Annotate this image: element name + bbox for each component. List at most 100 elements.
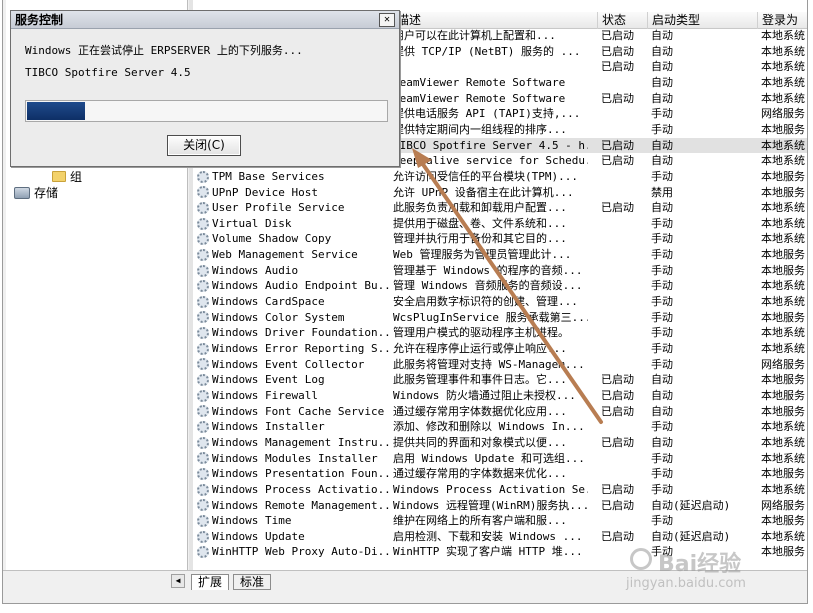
table-row[interactable]: TPM Base Services 允许访问受信任的平台模块(TPM)... 手动 本…: [193, 169, 807, 185]
service-gear-icon: [197, 342, 209, 355]
service-logon: 本地系统: [761, 232, 805, 246]
table-row[interactable]: Windows Error Reporting S... 允许在程序停止运行或停止…: [193, 341, 807, 357]
tab-standard[interactable]: 标准: [233, 574, 272, 590]
column-status[interactable]: 状态: [598, 12, 648, 29]
table-row[interactable]: Volume Shadow Copy 管理并执行用于备份和其它目的... 手动 本地系…: [193, 231, 807, 247]
service-logon: 本地系统: [761, 154, 805, 168]
service-name: Windows Process Activatio...: [212, 482, 390, 496]
service-gear-icon: [197, 217, 209, 230]
service-status: 已启动: [601, 60, 634, 74]
service-status: 已启动: [601, 29, 634, 42]
service-status: 已启动: [601, 201, 634, 215]
tab-strip: ◀ 扩展 标准: [3, 570, 807, 590]
service-control-dialog: 服务控制 ✕ Windows 正在尝试停止 ERPSERVER 上的下列服务..…: [10, 10, 400, 167]
service-name: Windows CardSpace: [212, 295, 325, 309]
service-name-cell: Windows Event Collector: [197, 357, 390, 373]
service-description: Web 管理服务为管理员管理此计...: [393, 248, 572, 262]
service-logon: 本地系统: [761, 91, 805, 105]
service-name-cell: Windows CardSpace: [197, 294, 390, 310]
storage-icon: [14, 186, 30, 199]
table-row[interactable]: Windows Audio 管理基于 Windows 的程序的音频... 手动 本地服…: [193, 263, 807, 279]
service-gear-icon: [197, 233, 209, 246]
service-gear-icon: [197, 264, 209, 277]
close-icon[interactable]: ✕: [379, 13, 395, 27]
service-logon: 网络服务: [761, 498, 805, 512]
service-name: Windows Update: [212, 529, 305, 543]
service-gear-icon: [197, 248, 209, 261]
service-gear-icon: [197, 358, 209, 371]
service-gear-icon: [197, 546, 209, 559]
service-startup-type: 手动: [651, 326, 673, 340]
service-logon: 本地系统: [761, 342, 805, 355]
table-row[interactable]: UPnP Device Host 允许 UPnP 设备宿主在此计算机... 禁用 本地…: [193, 185, 807, 201]
service-startup-type: 手动: [651, 216, 673, 230]
service-name-cell: Windows Time: [197, 513, 390, 529]
service-description: 提供特定期间内一组线程的排序...: [393, 122, 567, 136]
service-gear-icon: [197, 295, 209, 308]
service-logon: 本地服务: [761, 310, 805, 324]
service-startup-type: 手动: [651, 467, 673, 481]
table-row[interactable]: Windows Color System WcsPlugInService 服务承…: [193, 310, 807, 326]
table-row[interactable]: Windows Update 启用检测、下载和安装 Windows ... 已启动 自…: [193, 529, 807, 545]
tab-extended[interactable]: 扩展: [191, 574, 230, 590]
table-row[interactable]: WinHTTP Web Proxy Auto-Di... WinHTTP 实现了客…: [193, 544, 807, 560]
table-row[interactable]: Windows Management Instru... 提供共同的界面和对象模式…: [193, 435, 807, 451]
service-startup-type: 自动: [651, 44, 673, 58]
table-row[interactable]: Windows Driver Foundation... 管理用户模式的驱动程序主…: [193, 325, 807, 341]
service-logon: 网络服务: [761, 107, 805, 121]
tree-item-storage[interactable]: 存储: [14, 184, 58, 201]
service-name-cell: Windows Process Activatio...: [197, 482, 390, 498]
dialog-service-name: TIBCO Spotfire Server 4.5: [25, 66, 191, 79]
table-row[interactable]: Windows Firewall Windows 防火墙通过阻止未授权... 已启动…: [193, 388, 807, 404]
table-row[interactable]: Windows Modules Installer 启用 Windows Upda…: [193, 451, 807, 467]
table-row[interactable]: Windows Presentation Foun... 通过缓存常用的字体数据来…: [193, 466, 807, 482]
service-description: WcsPlugInService 服务承载第三...: [393, 310, 588, 324]
scroll-left-arrow-icon[interactable]: ◀: [171, 574, 185, 588]
table-row[interactable]: Windows Remote Management... Windows 远程管理…: [193, 498, 807, 514]
dialog-message: Windows 正在尝试停止 ERPSERVER 上的下列服务...: [25, 44, 303, 57]
service-startup-type: 手动: [651, 279, 673, 293]
dialog-title: 服务控制: [11, 11, 399, 29]
service-name: User Profile Service: [212, 201, 345, 215]
service-description: 此服务管理事件和事件日志。它...: [393, 373, 567, 387]
service-name-cell: Windows Audio Endpoint Bu...: [197, 278, 390, 294]
service-logon: 本地系统: [761, 326, 805, 340]
table-row[interactable]: Windows Event Collector 此服务将管理对支持 WS-Mana…: [193, 357, 807, 373]
service-name-cell: UPnP Device Host: [197, 185, 390, 201]
table-row[interactable]: Windows Installer 添加、修改和删除以 Windows In...…: [193, 419, 807, 435]
service-name: Windows Presentation Foun...: [212, 467, 390, 481]
service-description: 管理基于 Windows 的程序的音频...: [393, 263, 583, 277]
table-row[interactable]: Windows Time 维护在网络上的所有客户端和服... 手动 本地服务: [193, 513, 807, 529]
service-description: 维护在网络上的所有客户端和服...: [393, 514, 567, 528]
service-startup-type: 自动(延迟启动): [651, 498, 731, 512]
table-row[interactable]: Windows Font Cache Service 通过缓存常用字体数据优化应用…: [193, 404, 807, 420]
service-startup-type: 手动: [651, 420, 673, 434]
table-row[interactable]: Windows Process Activatio... Windows Proc…: [193, 482, 807, 498]
service-name: Windows Modules Installer: [212, 451, 378, 465]
tree-item-group[interactable]: 组: [52, 168, 82, 185]
column-description[interactable]: 描述: [393, 12, 598, 29]
close-button[interactable]: 关闭(C): [167, 135, 241, 156]
service-gear-icon: [197, 467, 209, 480]
service-startup-type: 手动: [651, 169, 673, 183]
service-description: 管理 Windows 音频服务的音频设...: [393, 279, 583, 293]
service-gear-icon: [197, 186, 209, 199]
service-logon: 本地系统: [761, 216, 805, 230]
column-startup-type[interactable]: 启动类型: [648, 12, 758, 29]
service-logon: 本地服务: [761, 169, 805, 183]
service-startup-type: 手动: [651, 107, 673, 121]
service-startup-type: 自动: [651, 91, 673, 105]
service-name: Windows Firewall: [212, 388, 318, 402]
service-name: Windows Time: [212, 514, 292, 528]
column-logon-as[interactable]: 登录为: [758, 12, 807, 29]
table-row[interactable]: Virtual Disk 提供用于磁盘、卷、文件系统和... 手动 本地系统: [193, 216, 807, 232]
service-name: TPM Base Services: [212, 169, 325, 183]
table-row[interactable]: Web Management Service Web 管理服务为管理员管理此计..…: [193, 247, 807, 263]
table-row[interactable]: Windows Audio Endpoint Bu... 管理 Windows 音…: [193, 278, 807, 294]
service-logon: 本地服务: [761, 388, 805, 402]
service-status: 已启动: [601, 388, 634, 402]
table-row[interactable]: Windows CardSpace 安全启用数字标识符的创建、管理... 手动 本地系…: [193, 294, 807, 310]
service-description: 通过缓存常用的字体数据来优化...: [393, 467, 567, 481]
table-row[interactable]: User Profile Service 此服务负责加载和卸载用户配置... 已启动…: [193, 200, 807, 216]
table-row[interactable]: Windows Event Log 此服务管理事件和事件日志。它... 已启动 自动 本…: [193, 372, 807, 388]
